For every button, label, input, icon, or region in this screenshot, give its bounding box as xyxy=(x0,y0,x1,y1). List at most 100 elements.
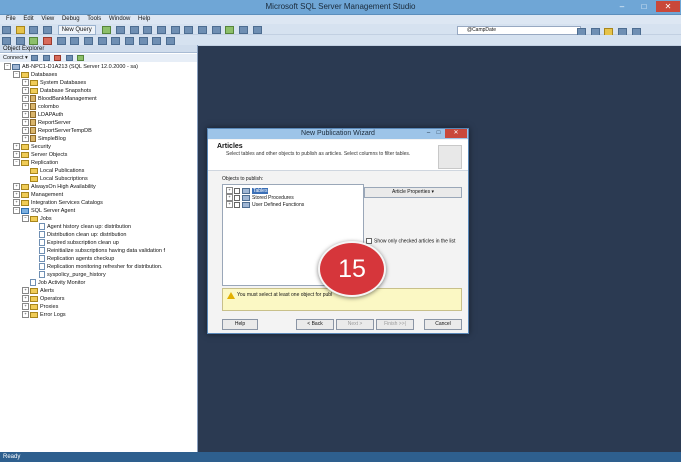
execute-icon[interactable] xyxy=(29,37,39,45)
tree-node[interactable]: Local Subscriptions xyxy=(22,175,88,183)
undo-icon[interactable] xyxy=(198,26,208,34)
article-properties-button[interactable]: Article Properties ▾ xyxy=(364,187,462,198)
wizard-maximize-button[interactable]: □ xyxy=(434,130,443,137)
database-combo[interactable]: @CampDate xyxy=(457,26,581,35)
tree-node[interactable]: − Replication xyxy=(13,159,58,167)
expander-icon[interactable]: + xyxy=(22,295,29,303)
expand-icon[interactable]: + xyxy=(226,194,233,201)
expander-icon[interactable]: + xyxy=(13,183,20,191)
tree-node[interactable]: Distribution clean up: distribution xyxy=(31,231,127,239)
expand-icon[interactable]: + xyxy=(226,201,233,208)
expander-icon[interactable]: − xyxy=(13,207,20,215)
tree-node[interactable]: Replication agents checkup xyxy=(31,255,114,263)
expander-icon[interactable]: + xyxy=(22,303,29,311)
connect-server-icon[interactable] xyxy=(31,55,39,61)
results-to-text-icon[interactable] xyxy=(97,37,107,45)
expander-icon[interactable]: + xyxy=(22,95,29,103)
tree-node[interactable]: + Error Logs xyxy=(22,311,66,319)
close-button[interactable]: ✕ xyxy=(656,1,680,12)
expander-icon[interactable]: + xyxy=(22,111,29,119)
tree-node[interactable]: − AB-NPC1-D1A213 (SQL Server 12.0.2000 - … xyxy=(4,63,138,71)
comment-icon[interactable] xyxy=(125,37,135,45)
menu-edit[interactable]: Edit xyxy=(23,15,33,24)
start-debug-icon[interactable] xyxy=(225,26,235,34)
tree-node[interactable]: Expired subscription clean up xyxy=(31,239,119,247)
tree-node[interactable]: + System Databases xyxy=(22,79,86,87)
database-engine-query-icon[interactable] xyxy=(102,26,112,34)
tree-node[interactable]: + LDAPAuth xyxy=(22,111,63,119)
query-options-icon[interactable] xyxy=(84,37,94,45)
find-icon[interactable] xyxy=(252,26,262,34)
menu-debug[interactable]: Debug xyxy=(62,15,80,24)
expander-icon[interactable]: − xyxy=(13,159,20,167)
analysis-query-icon[interactable] xyxy=(116,26,126,34)
filter-icon[interactable] xyxy=(65,55,73,61)
tree-node[interactable]: Agent history clean up: distribution xyxy=(31,223,131,231)
connect-dropdown[interactable]: Connect ▾ xyxy=(3,55,28,61)
outdent-icon[interactable] xyxy=(166,37,176,45)
menu-tools[interactable]: Tools xyxy=(87,15,101,24)
results-to-grid-icon[interactable] xyxy=(111,37,121,45)
save-icon[interactable] xyxy=(29,26,39,34)
tree-node[interactable]: − SQL Server Agent xyxy=(13,207,75,215)
tree-node[interactable]: − Databases xyxy=(13,71,57,79)
tree-node[interactable]: syspolicy_purge_history xyxy=(31,271,106,279)
change-connection-icon[interactable] xyxy=(15,37,25,45)
new-project-icon[interactable] xyxy=(2,26,11,34)
checkbox-user-defined-functions[interactable] xyxy=(234,201,240,208)
tree-node[interactable]: + Proxies xyxy=(22,303,58,311)
copy-icon[interactable] xyxy=(170,26,180,34)
save-all-icon[interactable] xyxy=(43,26,53,34)
tree-node[interactable]: + Integration Services Catalogs xyxy=(13,199,103,207)
finish-button[interactable]: Finish >>| xyxy=(376,319,414,330)
tree-node[interactable]: + ReportServer xyxy=(22,119,71,127)
refresh-icon[interactable] xyxy=(77,55,85,61)
indent-icon[interactable] xyxy=(152,37,162,45)
menu-view[interactable]: View xyxy=(41,15,54,24)
connect-icon[interactable] xyxy=(2,37,11,45)
open-file-icon[interactable] xyxy=(15,26,25,34)
uncomment-icon[interactable] xyxy=(138,37,148,45)
tree-node[interactable]: + Security xyxy=(13,143,51,151)
maximize-button[interactable]: □ xyxy=(634,1,654,12)
show-only-checked-option[interactable]: Show only checked articles in the list xyxy=(366,238,456,244)
menu-window[interactable]: Window xyxy=(109,15,130,24)
expander-icon[interactable]: − xyxy=(22,215,29,223)
tree-node[interactable]: Local Publications xyxy=(22,167,84,175)
minimize-button[interactable]: – xyxy=(612,1,632,12)
tree-node[interactable]: + Operators xyxy=(22,295,64,303)
help-button[interactable]: Help xyxy=(222,319,258,330)
xmla-query-icon[interactable] xyxy=(143,26,153,34)
tree-item-user-defined-functions[interactable]: + User Defined Functions xyxy=(226,201,304,209)
expander-icon[interactable]: + xyxy=(22,119,29,127)
tree-node[interactable]: Replication monitoring refresher for dis… xyxy=(31,263,163,271)
cancel-button[interactable]: Cancel xyxy=(424,319,462,330)
expander-icon[interactable]: + xyxy=(22,127,29,135)
tree-node[interactable]: + Management xyxy=(13,191,63,199)
checkbox-tables[interactable] xyxy=(234,187,240,194)
next-button[interactable]: Next > xyxy=(336,319,374,330)
tree-node[interactable]: + Database Snapshots xyxy=(22,87,91,95)
display-plan-icon[interactable] xyxy=(70,37,80,45)
paste-icon[interactable] xyxy=(184,26,194,34)
parse-icon[interactable] xyxy=(56,37,66,45)
expander-icon[interactable]: + xyxy=(22,135,29,143)
new-query-button[interactable]: New Query xyxy=(57,25,96,35)
expander-icon[interactable]: + xyxy=(22,79,29,87)
tree-node[interactable]: + BloodBankManagement xyxy=(22,95,97,103)
tree-node[interactable]: − Jobs xyxy=(22,215,52,223)
expander-icon[interactable]: − xyxy=(13,71,20,79)
back-button[interactable]: < Back xyxy=(296,319,334,330)
expander-icon[interactable]: + xyxy=(13,199,20,207)
expander-icon[interactable]: + xyxy=(22,87,29,95)
disconnect-icon[interactable] xyxy=(42,55,50,61)
menu-help[interactable]: Help xyxy=(138,15,150,24)
wizard-close-button[interactable]: ✕ xyxy=(445,129,467,138)
tree-node[interactable]: Reinitialize subscriptions having data v… xyxy=(31,247,165,255)
expander-icon[interactable]: + xyxy=(22,287,29,295)
expander-icon[interactable]: + xyxy=(22,311,29,319)
redo-icon[interactable] xyxy=(211,26,221,34)
mdx-query-icon[interactable] xyxy=(129,26,139,34)
menu-file[interactable]: File xyxy=(6,15,16,24)
stop-icon[interactable] xyxy=(54,55,62,61)
